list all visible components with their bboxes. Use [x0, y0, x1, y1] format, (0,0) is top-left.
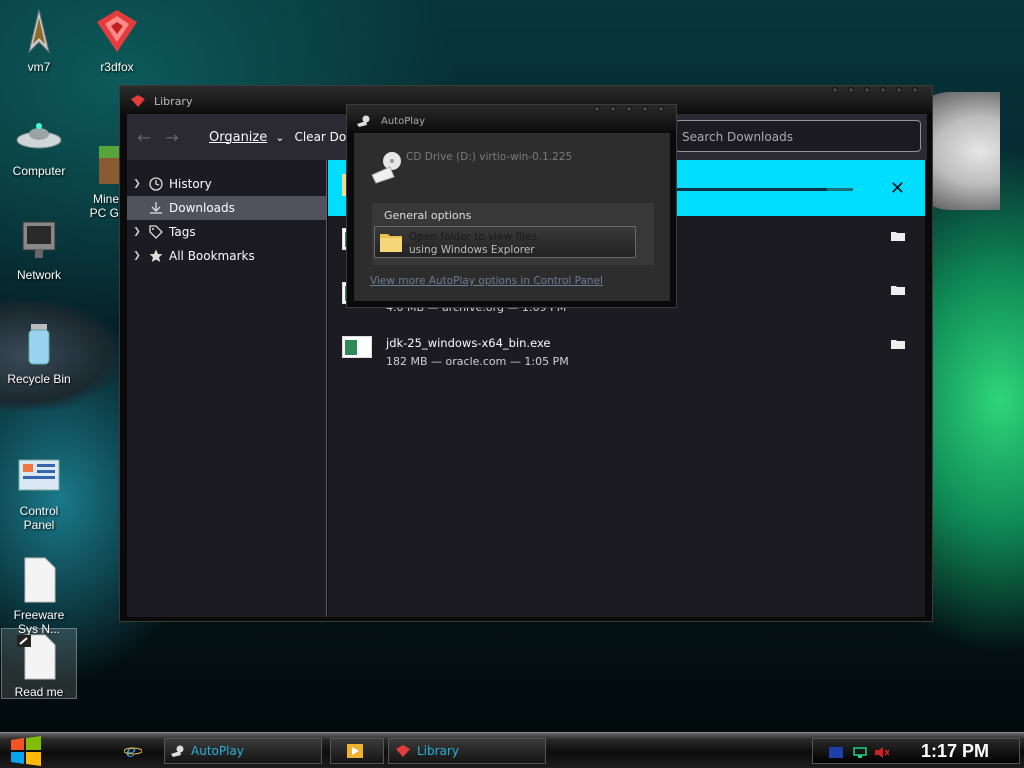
sidebar-item-tags[interactable]: ❯ Tags: [127, 220, 326, 244]
organize-menu-button[interactable]: Organize: [209, 130, 267, 145]
desktop-icon-label: Read me: [14, 685, 64, 699]
restore-button[interactable]: [848, 87, 854, 93]
autoplay-small-icon: [171, 745, 184, 757]
forward-arrow-icon[interactable]: →: [161, 128, 183, 147]
desktop-icon-label: Recycle Bin: [7, 372, 71, 386]
internet-explorer-icon[interactable]: e: [124, 742, 142, 760]
option-title: Open folder to view files: [409, 231, 538, 243]
taskbar-button-media[interactable]: [330, 738, 384, 764]
taskbar-button-label: Library: [417, 744, 459, 758]
sidebar-item-downloads[interactable]: Downloads: [127, 196, 326, 220]
download-filename: jdk-25_windows-x64_bin.exe: [386, 336, 551, 350]
desktop-icon-label: r3dfox: [100, 60, 134, 74]
recycle-bin-icon: [15, 320, 63, 368]
system-tray: 1:17 PM: [812, 738, 1020, 764]
desktop-icon-recycle-bin[interactable]: Recycle Bin: [1, 320, 77, 386]
minimize-button[interactable]: [594, 106, 600, 112]
autoplay-body: CD Drive (D:) virtio-win-0.1.225 General…: [354, 133, 670, 301]
document-shortcut-icon: [15, 633, 63, 681]
taskbar-button-autoplay[interactable]: AutoPlay: [164, 738, 322, 764]
taskbar-button-library[interactable]: Library: [388, 738, 546, 764]
sidebar-item-label: History: [169, 177, 212, 191]
svg-text:e: e: [126, 742, 136, 760]
help-button[interactable]: [626, 106, 632, 112]
window-controls[interactable]: [594, 106, 664, 112]
library-sidebar: ❯ History Downloads ❯ Tags ❯ All Bookmar…: [127, 160, 327, 617]
expand-arrow-icon[interactable]: ❯: [127, 179, 147, 189]
start-windows-icon[interactable]: [10, 736, 42, 766]
folder-icon: [380, 234, 402, 252]
download-item[interactable]: jdk-25_windows-x64_bin.exe 182 MB — orac…: [328, 324, 925, 378]
desktop-icon-label: Computer: [12, 164, 66, 178]
r3dfox-small-icon: [131, 95, 145, 107]
close-button[interactable]: [642, 106, 648, 112]
search-downloads-input[interactable]: Search Downloads: [675, 120, 921, 152]
desktop-icon-r3dfox[interactable]: r3dfox: [79, 8, 155, 74]
open-folder-icon[interactable]: [891, 338, 905, 349]
option-subtitle: using Windows Explorer: [409, 244, 535, 256]
system-clock[interactable]: 1:17 PM: [921, 741, 989, 762]
autoplay-window[interactable]: AutoPlay CD Drive (D:) virtio-win-0.1.22…: [346, 104, 677, 308]
document-icon: [15, 542, 63, 603]
download-meta: 182 MB — oracle.com — 1:05 PM: [386, 355, 569, 368]
computer-icon: [15, 112, 63, 160]
expand-arrow-icon[interactable]: ❯: [127, 251, 147, 261]
sidebar-item-history[interactable]: ❯ History: [127, 172, 326, 196]
star-icon: [147, 248, 165, 264]
media-player-icon: [347, 744, 363, 758]
taskbar: e AutoPlay Library 1:17 PM: [0, 732, 1024, 768]
desktop-icon-minecraft[interactable]: Mine PC G: [79, 112, 119, 234]
autoplay-options-link[interactable]: View more AutoPlay options in Control Pa…: [370, 275, 603, 287]
r3dfox-icon: [93, 8, 141, 56]
taskbar-button-label: AutoPlay: [191, 744, 244, 758]
autoplay-titlebar[interactable]: AutoPlay: [347, 105, 676, 131]
help-button[interactable]: [880, 87, 886, 93]
starfleet-icon: [15, 8, 63, 56]
minimize-button[interactable]: [832, 87, 838, 93]
r3dfox-small-icon: [396, 745, 410, 757]
maximize-button[interactable]: [610, 106, 616, 112]
desktop-icon-label: Mine PC G: [89, 192, 119, 220]
download-icon: [147, 200, 165, 216]
clock-icon: [147, 176, 165, 192]
drive-label: CD Drive (D:) virtio-win-0.1.225: [406, 151, 573, 163]
desktop-icon-label: Network: [16, 268, 61, 282]
flag-icon[interactable]: [829, 747, 843, 758]
library-title: Library: [154, 95, 193, 108]
maximize-button[interactable]: [864, 87, 870, 93]
grass-block-icon: [95, 126, 119, 184]
extra-button[interactable]: [658, 106, 664, 112]
volume-muted-icon[interactable]: [875, 747, 889, 758]
open-folder-icon[interactable]: [891, 230, 905, 241]
network-tray-icon[interactable]: [853, 747, 867, 758]
sidebar-item-label: Downloads: [169, 201, 235, 215]
desktop-icon-network[interactable]: Network: [1, 216, 77, 282]
exe-file-icon: [342, 336, 372, 358]
general-options-group: General options Open folder to view file…: [372, 203, 654, 265]
autoplay-title: AutoPlay: [381, 116, 426, 127]
close-button[interactable]: [896, 87, 902, 93]
open-folder-icon[interactable]: [891, 284, 905, 295]
desktop-icon-vm7[interactable]: vm7: [1, 8, 77, 74]
group-title: General options: [384, 209, 472, 222]
sidebar-item-label: All Bookmarks: [169, 249, 255, 263]
cancel-download-icon[interactable]: ✕: [890, 178, 905, 199]
network-icon: [15, 216, 63, 264]
back-arrow-icon[interactable]: ←: [133, 128, 155, 147]
sidebar-item-label: Tags: [169, 225, 196, 239]
tag-icon: [147, 224, 165, 240]
sidebar-item-all-bookmarks[interactable]: ❯ All Bookmarks: [127, 244, 326, 268]
open-folder-option[interactable]: Open folder to view files using Windows …: [374, 226, 636, 258]
autoplay-small-icon: [357, 115, 370, 127]
control-panel-icon: [15, 438, 63, 491]
window-controls[interactable]: [832, 87, 918, 93]
cd-drive-icon: [371, 152, 401, 184]
desktop-icon-read-me[interactable]: Read me: [1, 628, 77, 699]
expand-arrow-icon[interactable]: ❯: [127, 227, 147, 237]
chevron-down-icon[interactable]: ⌄: [275, 131, 284, 144]
desktop-icon-label: vm7: [27, 60, 51, 74]
extra-button[interactable]: [912, 87, 918, 93]
desktop-icon-computer[interactable]: Computer: [1, 112, 77, 178]
